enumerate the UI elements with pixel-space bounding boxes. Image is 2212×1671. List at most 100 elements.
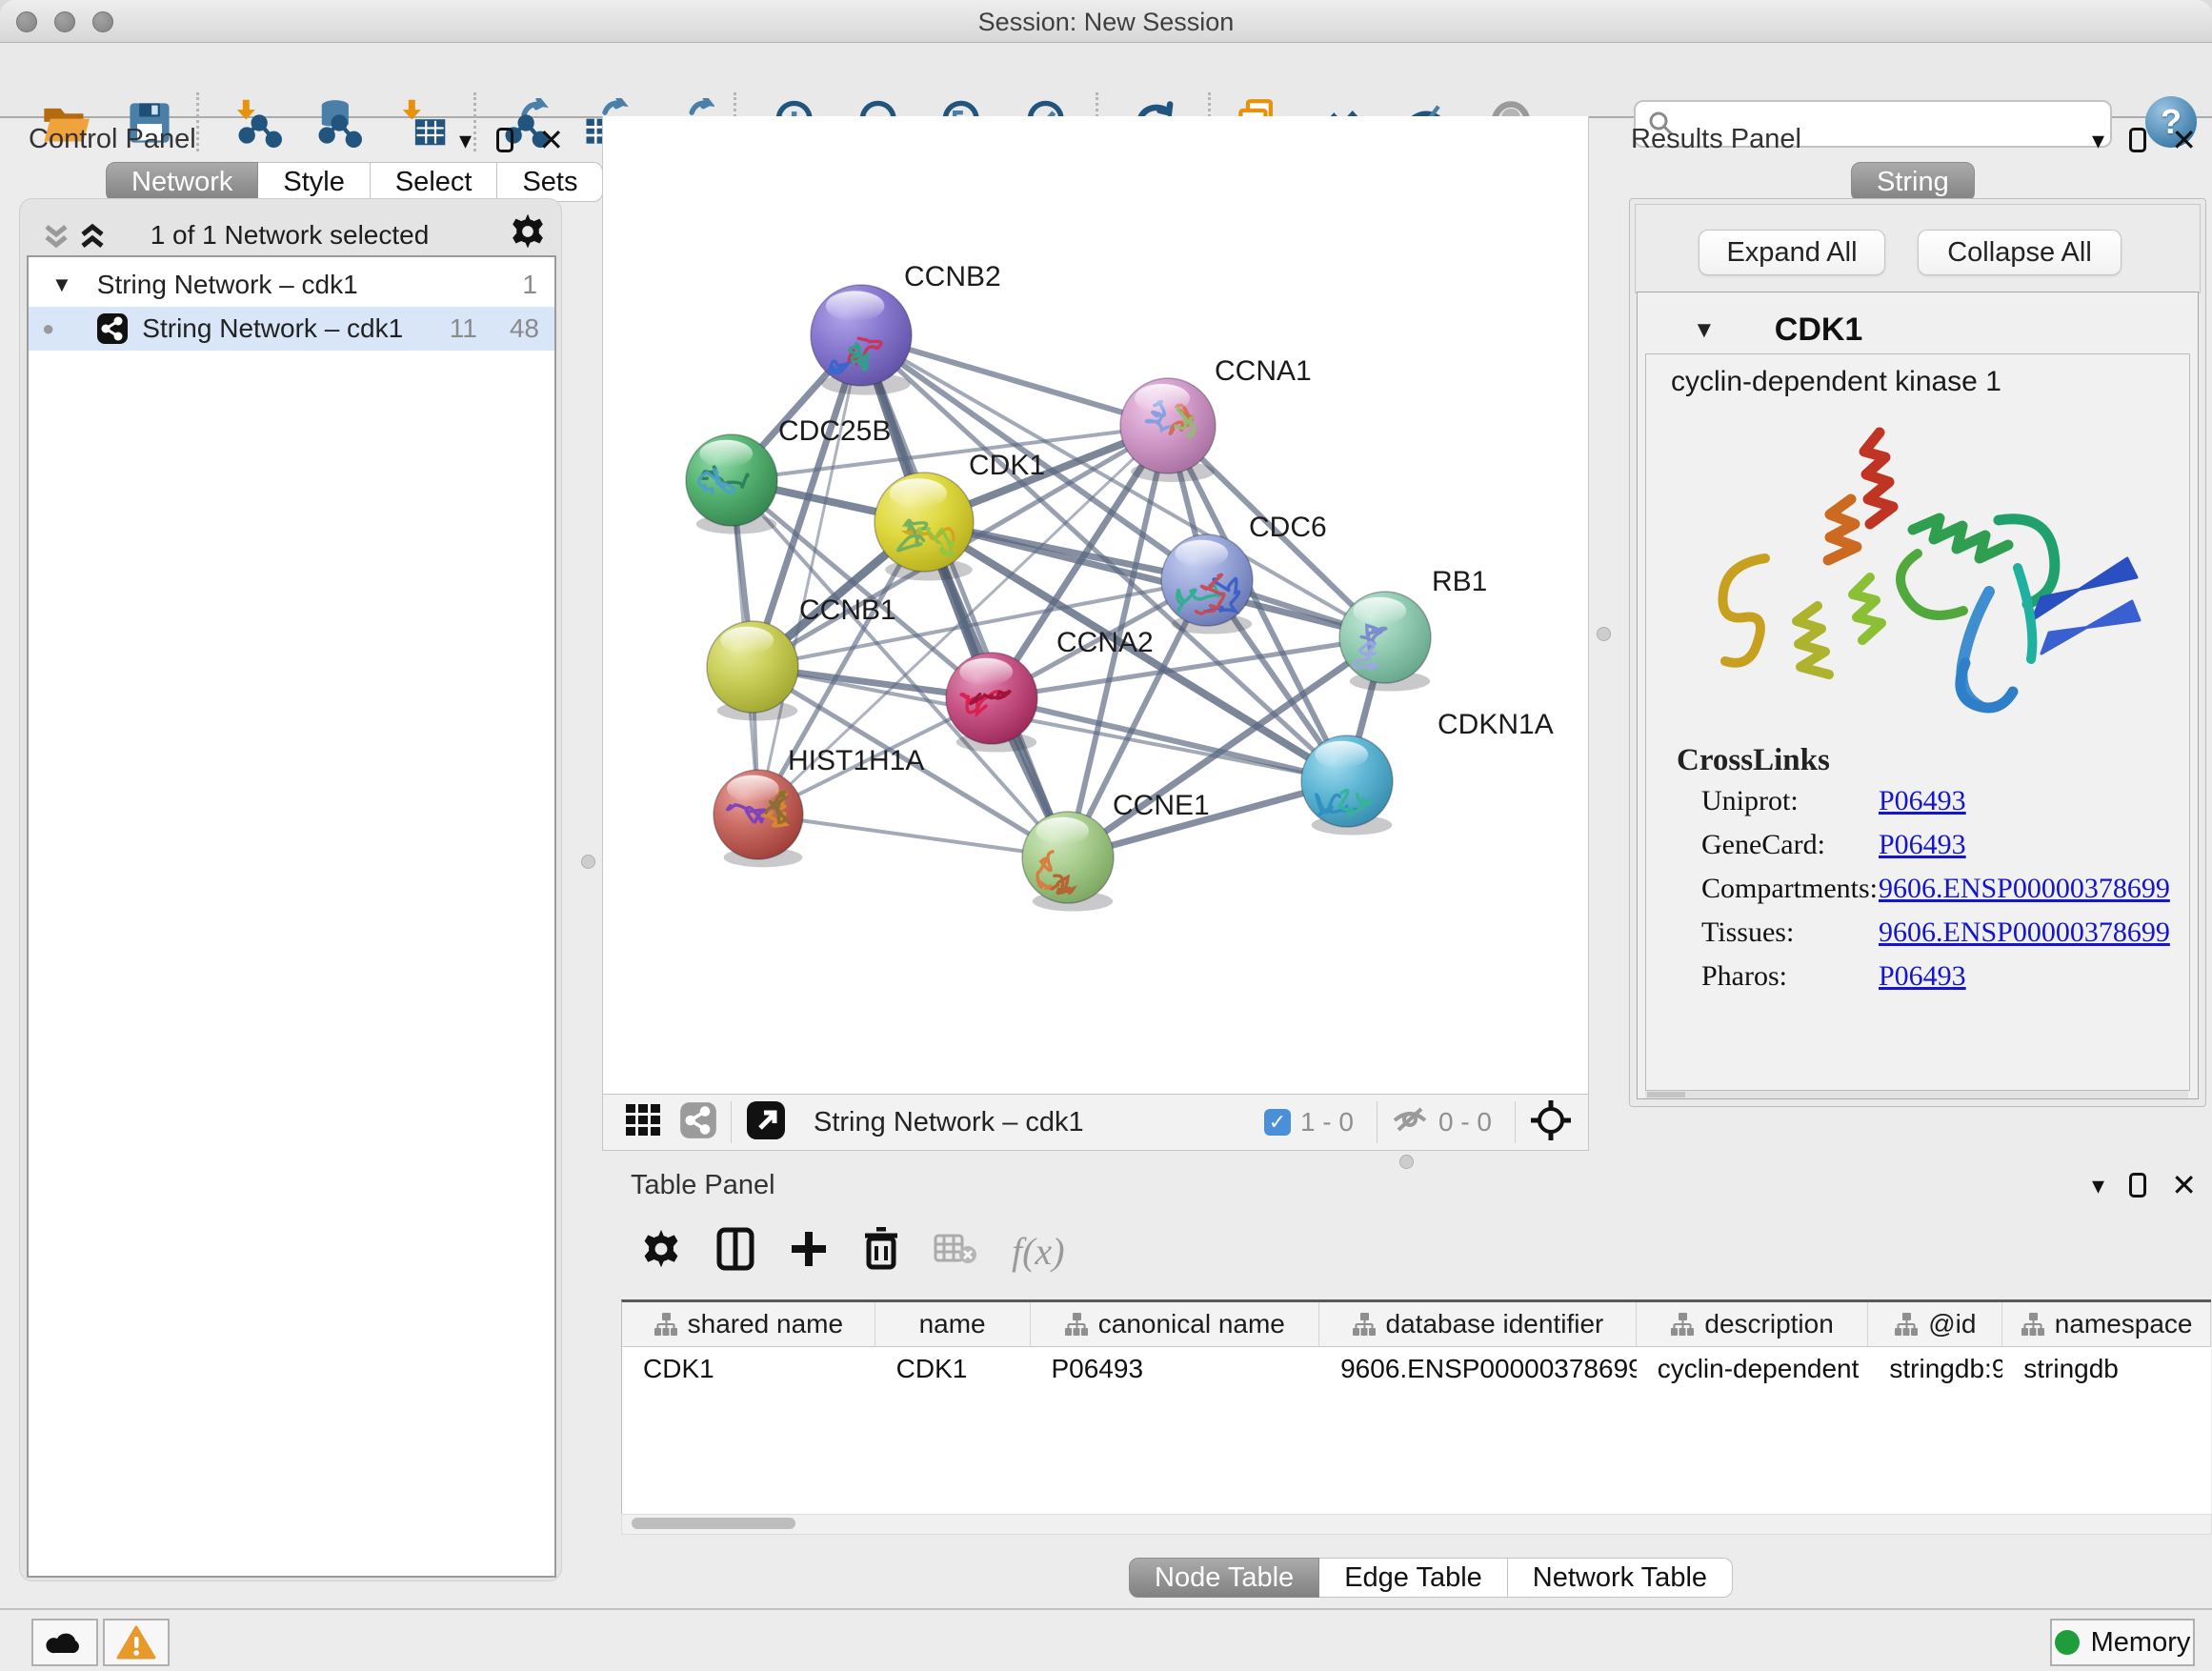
gene-details: cyclin-dependent kinase 1 — [1645, 353, 2190, 1091]
crosslink-value-link[interactable]: P06493 — [1879, 785, 1966, 817]
network-graph[interactable]: CCNB2CCNA1CDC25BCDK1CDC6RB1CCNB1CCNA2CDK… — [603, 116, 1588, 1094]
node-label-hist1h1a: HIST1H1A — [788, 745, 924, 776]
edge-ccne1-hist1h1a[interactable] — [758, 815, 1068, 857]
node-cdk1[interactable]: CDK1 — [875, 450, 1045, 580]
birdseye-grid-icon[interactable] — [624, 1102, 662, 1143]
collapse-panel-icon[interactable]: ▾ — [459, 126, 472, 155]
import-table-file-button[interactable] — [396, 96, 450, 150]
cloud-icon — [44, 1628, 86, 1657]
warnings-button[interactable] — [103, 1619, 170, 1666]
crosslink-label: Tissues: — [1701, 916, 1879, 949]
bottom-splitter-handle[interactable] — [1399, 1155, 1414, 1169]
column-header-canonical-name[interactable]: canonical name — [1031, 1302, 1320, 1346]
crosslinks-heading: CrossLinks — [1677, 743, 1830, 778]
right-splitter-handle[interactable] — [1597, 627, 1611, 641]
crosslink-value-link[interactable]: P06493 — [1879, 960, 1966, 993]
crosslink-value-link[interactable]: P06493 — [1879, 829, 1966, 861]
edge-ccna2-cdkn1a[interactable] — [992, 698, 1347, 781]
table-header-row: shared name namecanonical namedatabase id… — [622, 1302, 2211, 1347]
tab-node-table[interactable]: Node Table — [1129, 1558, 1319, 1598]
node-rb1[interactable]: RB1 — [1339, 566, 1487, 692]
footer-separator — [1515, 1101, 1516, 1143]
table-row[interactable]: CDK1CDK1P064939606.ENSP00000378699cyclin… — [622, 1347, 2211, 1391]
fit-selected-crosshair-icon[interactable] — [1529, 1098, 1573, 1147]
results-panel-tabs: String — [1851, 162, 1975, 202]
results-scrollbar[interactable] — [1645, 1091, 2188, 1098]
import-network-file-button[interactable] — [231, 96, 284, 150]
node-cdkn1a[interactable]: CDKN1A — [1301, 709, 1554, 836]
import-network-database-button[interactable] — [311, 96, 364, 150]
table-cell[interactable]: CDK1 — [875, 1347, 1031, 1391]
table-cell[interactable]: cyclin-dependent ... — [1637, 1347, 1869, 1391]
warning-icon — [116, 1625, 156, 1660]
tab-sets[interactable]: Sets — [497, 162, 603, 202]
table-horizontal-scrollbar[interactable] — [621, 1514, 2212, 1535]
collapse-panel-icon[interactable]: ▾ — [2092, 1171, 2104, 1200]
column-header-name[interactable]: name — [875, 1302, 1031, 1346]
collapse-all-button[interactable]: Collapse All — [1918, 230, 2122, 275]
selected-checkbox-icon[interactable]: ✓ — [1264, 1109, 1291, 1136]
crosslink-row: Uniprot: P06493 — [1701, 785, 2178, 817]
column-header-database-identifier[interactable]: database identifier — [1319, 1302, 1637, 1346]
delete-column-trash-icon[interactable] — [863, 1227, 899, 1276]
table-panel-title: Table Panel — [631, 1170, 775, 1201]
close-panel-icon[interactable]: ✕ — [538, 125, 564, 155]
table-cell[interactable]: stringdb — [2002, 1347, 2211, 1391]
table-cell[interactable]: stringdb:9... — [1868, 1347, 2002, 1391]
network-collection-row[interactable]: ▼ String Network – cdk1 1 — [29, 263, 554, 307]
column-header--id[interactable]: @id — [1868, 1302, 2002, 1346]
crosslink-value-link[interactable]: 9606.ENSP00000378699 — [1879, 916, 2170, 949]
node-hist1h1a[interactable]: HIST1H1A — [714, 745, 924, 867]
column-header-description[interactable]: description — [1637, 1302, 1869, 1346]
create-column-plus-icon[interactable] — [789, 1229, 829, 1274]
tab-string[interactable]: String — [1851, 162, 1975, 202]
table-options-gear-icon[interactable] — [640, 1228, 682, 1275]
delete-table-icon-disabled — [934, 1232, 977, 1271]
table-toolbar: f(x) — [619, 1218, 2212, 1284]
collection-expand-icon[interactable]: ▼ — [51, 272, 72, 297]
tab-style[interactable]: Style — [258, 162, 370, 202]
cloud-status-button[interactable] — [31, 1619, 98, 1666]
tab-select[interactable]: Select — [371, 162, 498, 202]
tab-network[interactable]: Network — [106, 162, 258, 202]
crosslink-row: GeneCard: P06493 — [1701, 829, 2178, 861]
show-columns-icon[interactable] — [716, 1227, 754, 1276]
gene-collapse-icon[interactable]: ▼ — [1693, 317, 1716, 344]
import-table-file-icon — [398, 98, 448, 148]
column-header-shared-name[interactable]: shared name — [622, 1302, 875, 1346]
float-panel-icon[interactable] — [2129, 1173, 2146, 1198]
node-label-cdk1: CDK1 — [969, 450, 1045, 481]
table-cell[interactable]: 9606.ENSP00000378699 — [1319, 1347, 1637, 1391]
column-tree-icon — [1670, 1312, 1695, 1337]
collapse-panel-icon[interactable]: ▾ — [2092, 126, 2104, 155]
close-panel-icon[interactable]: ✕ — [2171, 1170, 2197, 1200]
tab-edge-table[interactable]: Edge Table — [1319, 1558, 1508, 1598]
float-panel-icon[interactable] — [2129, 128, 2146, 152]
network-options-gear-icon[interactable] — [509, 212, 547, 255]
control-panel-tabs: NetworkStyleSelectSets — [106, 162, 603, 202]
open-in-window-icon[interactable] — [745, 1099, 787, 1146]
column-tree-icon — [2021, 1312, 2045, 1337]
table-cell[interactable]: P06493 — [1030, 1347, 1319, 1391]
column-label: shared name — [688, 1309, 843, 1339]
node-label-rb1: RB1 — [1432, 566, 1487, 597]
node-ccna1[interactable]: CCNA1 — [1120, 355, 1312, 482]
collection-count: 1 — [522, 270, 537, 300]
crosslink-value-link[interactable]: 9606.ENSP00000378699 — [1879, 873, 2170, 905]
close-panel-icon[interactable]: ✕ — [2171, 125, 2197, 155]
memory-label: Memory — [2091, 1627, 2191, 1659]
network-row-selected[interactable]: ● String Network – cdk1 11 48 — [29, 307, 554, 351]
table-cell[interactable]: CDK1 — [622, 1347, 875, 1391]
column-header-namespace[interactable]: namespace — [2002, 1302, 2211, 1346]
node-label-cdc25b: CDC25B — [778, 415, 891, 447]
string-network-indicator-icon[interactable] — [679, 1101, 717, 1144]
node-label-ccna1: CCNA1 — [1215, 355, 1312, 387]
network-row-label: String Network – cdk1 — [142, 313, 403, 344]
left-splitter-handle[interactable] — [581, 855, 595, 869]
tab-network-table[interactable]: Network Table — [1508, 1558, 1733, 1598]
network-view-canvas[interactable]: CCNB2CCNA1CDC25BCDK1CDC6RB1CCNB1CCNA2CDK… — [602, 116, 1589, 1094]
memory-button[interactable]: Memory — [2050, 1619, 2195, 1666]
expand-all-button[interactable]: Expand All — [1699, 230, 1885, 275]
results-panel-header: Results Panel — [1631, 124, 1801, 155]
float-panel-icon[interactable] — [496, 128, 513, 152]
